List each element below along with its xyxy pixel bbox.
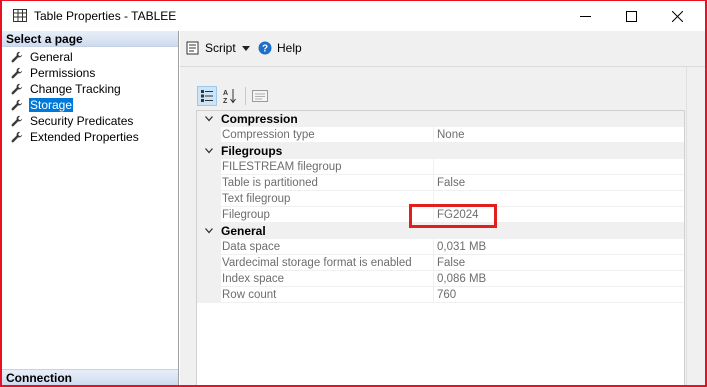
chevron-down-icon[interactable]	[197, 116, 221, 122]
property-row[interactable]: Row count 760	[197, 287, 684, 303]
help-icon: ?	[258, 41, 272, 55]
property-pages-icon[interactable]	[250, 86, 270, 106]
property-row[interactable]: FILESTREAM filegroup	[197, 159, 684, 175]
property-value: 760	[434, 287, 684, 303]
sidebar-item-label: Extended Properties	[30, 130, 139, 144]
alphabetical-sort-icon[interactable]: A Z	[220, 86, 240, 106]
sidebar-item-label: Storage	[29, 98, 74, 112]
wrench-icon	[11, 131, 23, 143]
category-label: Filegroups	[221, 144, 283, 158]
page-selector-pane: Select a page General Permissions Change…	[2, 31, 179, 385]
property-value: False	[434, 255, 684, 271]
connection-header: Connection	[2, 369, 178, 385]
help-label: Help	[277, 41, 302, 55]
sidebar-item-label: Permissions	[30, 66, 96, 80]
maximize-icon[interactable]	[608, 1, 654, 31]
svg-text:Z: Z	[223, 98, 228, 104]
property-name: Text filegroup	[221, 191, 434, 207]
svg-text:?: ?	[262, 44, 268, 55]
wrench-icon	[11, 83, 23, 95]
property-row[interactable]: Data space 0,031 MB	[197, 239, 684, 255]
pane-divider	[686, 67, 687, 385]
property-name: Compression type	[221, 127, 434, 143]
sidebar-item-general[interactable]: General	[2, 49, 178, 65]
table-icon	[13, 9, 27, 22]
sidebar-item-label: Security Predicates	[30, 114, 134, 128]
property-row[interactable]: Index space 0,086 MB	[197, 271, 684, 287]
sidebar-item-label: General	[30, 50, 73, 64]
property-name: Row count	[221, 287, 434, 303]
property-name: Filegroup	[221, 207, 434, 223]
chevron-down-icon[interactable]	[197, 228, 221, 234]
property-name: Data space	[221, 239, 434, 255]
property-value: 0,031 MB	[434, 239, 684, 255]
toolbar-divider	[245, 87, 246, 105]
script-icon	[186, 41, 199, 55]
script-label: Script	[205, 41, 236, 55]
wrench-icon	[11, 115, 23, 127]
property-name: Table is partitioned	[221, 175, 434, 191]
category-label: General	[221, 224, 266, 238]
page-list: General Permissions Change Tracking Stor…	[2, 47, 178, 145]
property-row[interactable]: Table is partitioned False	[197, 175, 684, 191]
select-page-header: Select a page	[2, 31, 178, 47]
script-dropdown-icon[interactable]	[242, 46, 250, 51]
property-value: None	[434, 127, 684, 143]
minimize-icon[interactable]	[562, 1, 608, 31]
window-title: Table Properties - TABLEE	[34, 9, 177, 23]
wrench-icon	[11, 99, 23, 111]
property-name: FILESTREAM filegroup	[221, 159, 434, 175]
close-icon[interactable]	[654, 1, 700, 31]
wrench-icon	[11, 51, 23, 63]
sidebar-item-permissions[interactable]: Permissions	[2, 65, 178, 81]
toolbar: Script ? Help	[180, 31, 705, 67]
chevron-down-icon[interactable]	[197, 148, 221, 154]
property-grid: Compression Compression type None Filegr…	[196, 110, 685, 385]
script-button[interactable]: Script	[186, 40, 236, 56]
property-name: Vardecimal storage format is enabled	[221, 255, 434, 271]
help-button[interactable]: ? Help	[258, 40, 302, 56]
property-grid-toolbar: A Z	[197, 86, 273, 106]
sidebar-item-storage[interactable]: Storage	[2, 97, 178, 113]
property-value: False	[434, 175, 684, 191]
property-row[interactable]: Vardecimal storage format is enabled Fal…	[197, 255, 684, 271]
highlight-box	[409, 204, 497, 228]
property-name: Index space	[221, 271, 434, 287]
sidebar-item-extended-properties[interactable]: Extended Properties	[2, 129, 178, 145]
category-label: Compression	[221, 112, 298, 126]
svg-text:A: A	[223, 90, 228, 97]
sidebar-item-security-predicates[interactable]: Security Predicates	[2, 113, 178, 129]
categorized-view-icon[interactable]	[197, 86, 217, 106]
wrench-icon	[11, 67, 23, 79]
title-bar[interactable]: Table Properties - TABLEE	[2, 1, 705, 31]
category-filegroups[interactable]: Filegroups	[197, 143, 684, 159]
property-row[interactable]: Compression type None	[197, 127, 684, 143]
property-value	[434, 159, 684, 175]
property-value: 0,086 MB	[434, 271, 684, 287]
category-compression[interactable]: Compression	[197, 111, 684, 127]
sidebar-item-change-tracking[interactable]: Change Tracking	[2, 81, 178, 97]
sidebar-item-label: Change Tracking	[30, 82, 121, 96]
